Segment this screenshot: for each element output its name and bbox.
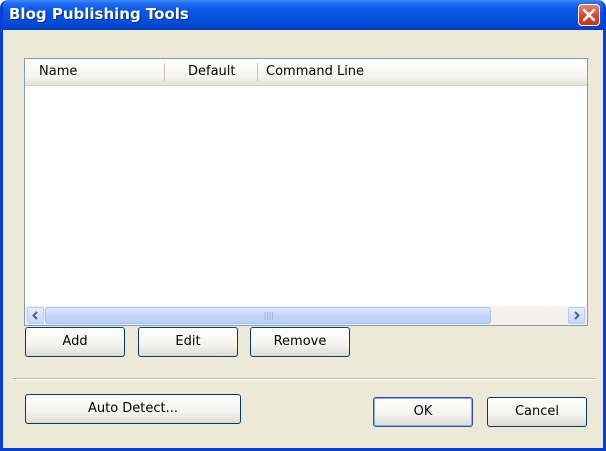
list-body[interactable] <box>25 86 587 306</box>
horizontal-scrollbar[interactable] <box>25 306 587 325</box>
title-bar[interactable]: Blog Publishing Tools <box>3 0 603 30</box>
tools-list[interactable]: Name Default Command Line <box>24 58 588 326</box>
ok-button[interactable]: OK <box>373 397 473 427</box>
list-header: Name Default Command Line <box>25 59 587 86</box>
dialog-body: Name Default Command Line Add Edit Remov… <box>3 27 603 448</box>
remove-button[interactable]: Remove <box>250 327 350 357</box>
column-header-default[interactable]: Default <box>188 59 256 85</box>
column-divider[interactable] <box>164 63 165 81</box>
scroll-right-button[interactable] <box>568 307 585 324</box>
add-button[interactable]: Add <box>25 327 125 357</box>
edit-button[interactable]: Edit <box>138 327 238 357</box>
close-icon <box>582 8 596 22</box>
scrollbar-thumb[interactable] <box>45 307 491 324</box>
chevron-right-icon <box>574 311 580 320</box>
separator <box>12 378 595 380</box>
auto-detect-button[interactable]: Auto Detect... <box>25 394 241 424</box>
column-header-command-line[interactable]: Command Line <box>266 59 466 85</box>
window-title: Blog Publishing Tools <box>9 5 189 23</box>
column-divider[interactable] <box>257 63 258 81</box>
close-button[interactable] <box>578 4 600 26</box>
column-header-name[interactable]: Name <box>39 59 165 85</box>
chevron-left-icon <box>32 311 38 320</box>
blog-publishing-tools-dialog: Blog Publishing Tools Name Default Comma… <box>0 0 606 451</box>
grip-icon <box>264 312 273 320</box>
cancel-button[interactable]: Cancel <box>487 397 587 427</box>
scroll-left-button[interactable] <box>27 307 44 324</box>
